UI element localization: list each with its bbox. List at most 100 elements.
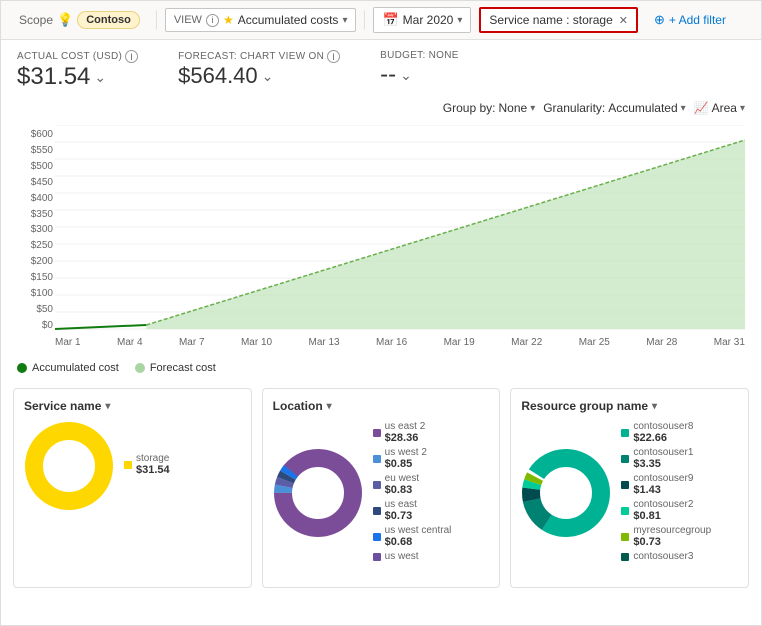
x-label-mar10: Mar 10 bbox=[241, 337, 272, 348]
chevron-down-icon: ▾ bbox=[342, 15, 347, 26]
forecast-value: $564.40 ⌄ bbox=[178, 63, 340, 89]
x-label-mar4: Mar 4 bbox=[117, 337, 143, 348]
divider-1 bbox=[156, 10, 157, 30]
resource-entry-4: myresourcegroup $0.73 bbox=[621, 525, 738, 548]
chevron-down-icon-service: ▾ bbox=[105, 401, 110, 412]
res-color-5 bbox=[621, 553, 629, 561]
chevron-down-icon-group: ▾ bbox=[530, 103, 535, 114]
y-label-250: $250 bbox=[17, 240, 53, 251]
filter-label: Service name : storage bbox=[489, 13, 612, 27]
granularity-value: Accumulated bbox=[608, 101, 677, 115]
resource-group-title[interactable]: Resource group name ▾ bbox=[521, 399, 738, 413]
resource-donut-svg bbox=[521, 448, 611, 538]
x-label-mar7: Mar 7 bbox=[179, 337, 205, 348]
info-icon-forecast[interactable]: i bbox=[327, 50, 340, 63]
res-color-3 bbox=[621, 507, 629, 515]
loc-name-3: us east bbox=[385, 499, 417, 510]
resource-group-label: Resource group name bbox=[521, 399, 648, 413]
location-entry-2: eu west $0.83 bbox=[373, 473, 490, 496]
location-content: us east 2 $28.36 us west 2 $0.85 bbox=[273, 421, 490, 565]
actual-cost-value: $31.54 ⌄ bbox=[17, 63, 138, 91]
down-arrow-icon-forecast: ⌄ bbox=[262, 68, 274, 85]
y-label-600: $600 bbox=[17, 129, 53, 140]
group-by-control[interactable]: Group by: None ▾ bbox=[443, 101, 535, 115]
service-name-title[interactable]: Service name ▾ bbox=[24, 399, 241, 413]
res-val-1: $3.35 bbox=[633, 458, 693, 470]
resource-entry-5: contosouser3 bbox=[621, 551, 738, 562]
loc-name-4: us west central bbox=[385, 525, 452, 536]
view-value: Accumulated costs bbox=[238, 13, 339, 27]
res-val-0: $22.66 bbox=[633, 432, 693, 444]
resource-legend-list: contosouser8 $22.66 contosouser1 $3.35 bbox=[621, 421, 738, 565]
res-name-0: contosouser8 bbox=[633, 421, 693, 432]
chevron-down-icon-date: ▾ bbox=[457, 15, 462, 26]
add-filter-button[interactable]: ⊕ + Add filter bbox=[646, 8, 734, 32]
loc-val-2: $0.83 bbox=[385, 484, 419, 496]
service-legend-list: storage $31.54 bbox=[124, 453, 241, 479]
chevron-down-icon-resource: ▾ bbox=[652, 401, 657, 412]
location-card: Location ▾ bbox=[262, 388, 501, 588]
budget-value: -- ⌄ bbox=[380, 61, 459, 89]
resource-entry-2: contosouser9 $1.43 bbox=[621, 473, 738, 496]
active-filter[interactable]: Service name : storage ✕ bbox=[479, 7, 638, 33]
loc-name-1: us west 2 bbox=[385, 447, 427, 458]
service-name-storage: storage bbox=[136, 453, 170, 464]
x-label-mar25: Mar 25 bbox=[579, 337, 610, 348]
controls-row: Group by: None ▾ Granularity: Accumulate… bbox=[1, 97, 761, 121]
y-label-550: $550 bbox=[17, 145, 53, 156]
granularity-control[interactable]: Granularity: Accumulated ▾ bbox=[543, 101, 685, 115]
budget-metric: BUDGET: NONE -- ⌄ bbox=[380, 50, 459, 89]
accumulated-legend-label: Accumulated cost bbox=[32, 362, 119, 374]
x-label-mar1: Mar 1 bbox=[55, 337, 81, 348]
loc-color-5 bbox=[373, 553, 381, 561]
group-by-label: Group by: bbox=[443, 101, 496, 115]
location-entry-0: us east 2 $28.36 bbox=[373, 421, 490, 444]
main-chart-container: $600 $550 $500 $450 $400 $350 $300 $250 … bbox=[1, 121, 761, 356]
close-icon[interactable]: ✕ bbox=[619, 14, 628, 27]
y-label-150: $150 bbox=[17, 272, 53, 283]
y-label-50: $50 bbox=[17, 304, 53, 315]
y-label-0: $0 bbox=[17, 320, 53, 331]
down-arrow-icon-budget: ⌄ bbox=[400, 67, 412, 84]
group-by-value: None bbox=[499, 101, 528, 115]
x-label-mar16: Mar 16 bbox=[376, 337, 407, 348]
x-label-mar22: Mar 22 bbox=[511, 337, 542, 348]
chart-legend: Accumulated cost Forecast cost bbox=[1, 356, 761, 380]
scope-control[interactable]: Scope 💡 Contoso bbox=[11, 7, 148, 33]
forecast-metric: FORECAST: CHART VIEW ON i $564.40 ⌄ bbox=[178, 50, 340, 89]
loc-name-0: us east 2 bbox=[385, 421, 426, 432]
resource-entry-3: contosouser2 $0.81 bbox=[621, 499, 738, 522]
date-control[interactable]: 📅 Mar 2020 ▾ bbox=[373, 7, 471, 33]
loc-color-1 bbox=[373, 455, 381, 463]
summary-bar: ACTUAL COST (USD) i $31.54 ⌄ FORECAST: C… bbox=[1, 40, 761, 97]
lower-charts: Service name ▾ storage $31.54 bbox=[1, 380, 761, 600]
chart-type-value: Area bbox=[712, 101, 737, 115]
x-label-mar19: Mar 19 bbox=[444, 337, 475, 348]
location-donut bbox=[273, 448, 363, 538]
res-name-1: contosouser1 bbox=[633, 447, 693, 458]
location-title[interactable]: Location ▾ bbox=[273, 399, 490, 413]
location-legend-list: us east 2 $28.36 us west 2 $0.85 bbox=[373, 421, 490, 565]
view-control[interactable]: VIEW i ★ Accumulated costs ▾ bbox=[165, 8, 357, 32]
add-filter-label: + Add filter bbox=[669, 13, 726, 27]
chart-type-control[interactable]: 📈 Area ▾ bbox=[694, 101, 745, 115]
chevron-down-icon-gran: ▾ bbox=[681, 103, 686, 114]
res-name-3: contosouser2 bbox=[633, 499, 693, 510]
view-label: VIEW bbox=[174, 14, 202, 26]
loc-val-0: $28.36 bbox=[385, 432, 426, 444]
loc-color-2 bbox=[373, 481, 381, 489]
loc-val-4: $0.68 bbox=[385, 536, 452, 548]
info-icon-actual[interactable]: i bbox=[125, 50, 138, 63]
info-icon-view[interactable]: i bbox=[206, 14, 219, 27]
accumulated-line bbox=[55, 325, 146, 329]
res-color-2 bbox=[621, 481, 629, 489]
resource-donut bbox=[521, 448, 611, 538]
service-color-storage bbox=[124, 461, 132, 469]
location-label: Location bbox=[273, 399, 323, 413]
loc-color-3 bbox=[373, 507, 381, 515]
resource-group-content: contosouser8 $22.66 contosouser1 $3.35 bbox=[521, 421, 738, 565]
service-name-content: storage $31.54 bbox=[24, 421, 241, 511]
loc-name-2: eu west bbox=[385, 473, 419, 484]
calendar-icon: 📅 bbox=[382, 12, 398, 28]
service-name-label: Service name bbox=[24, 399, 101, 413]
